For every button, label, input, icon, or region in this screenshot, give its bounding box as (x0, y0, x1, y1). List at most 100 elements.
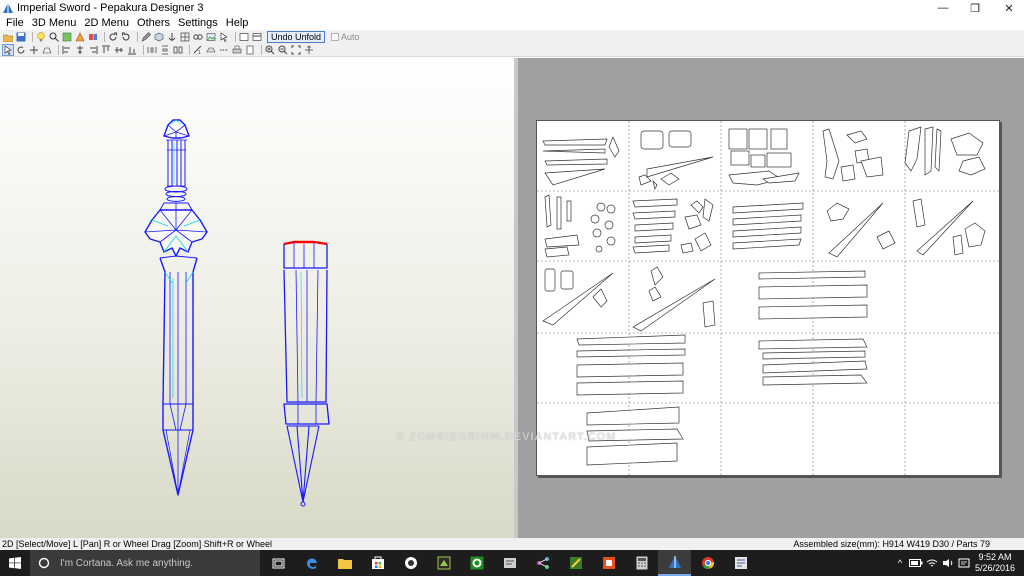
bulb-icon[interactable] (36, 32, 46, 42)
scabbard-wireframe (283, 240, 330, 507)
rotate-right-icon[interactable] (121, 32, 131, 42)
edge-id-icon[interactable]: 1 (193, 45, 203, 55)
window-icon[interactable] (239, 32, 249, 42)
pan-icon[interactable] (304, 45, 314, 55)
game-icon[interactable] (427, 550, 460, 576)
select-icon[interactable] (219, 32, 229, 42)
file-explorer-icon[interactable] (328, 550, 361, 576)
distribute-v-icon[interactable] (160, 45, 170, 55)
clock-time: 9:52 AM (978, 552, 1012, 562)
settings-app-icon[interactable] (724, 550, 757, 576)
cube-icon[interactable] (154, 32, 164, 42)
edge-icon[interactable] (295, 550, 328, 576)
main-toolbar: Undo Unfold Auto (0, 30, 1024, 44)
window-split-icon[interactable] (252, 32, 262, 42)
network-app-icon[interactable] (526, 550, 559, 576)
show-flaps-icon[interactable] (206, 45, 216, 55)
align-middle-icon[interactable] (114, 45, 124, 55)
close-button[interactable]: ✕ (994, 0, 1024, 16)
secondary-toolbar: 1 (0, 44, 1024, 57)
auto-checkbox-label: Auto (341, 32, 360, 42)
page-setup-icon[interactable] (245, 45, 255, 55)
parts-icon[interactable] (88, 32, 98, 42)
status-bar: 2D [Select/Move] L [Pan] R or Wheel Drag… (0, 538, 1024, 550)
chrome-icon[interactable] (691, 550, 724, 576)
menu-file[interactable]: File (2, 16, 28, 30)
wifi-icon[interactable] (925, 558, 939, 568)
toolbar-separator (189, 45, 190, 55)
app-icon[interactable] (493, 550, 526, 576)
minimize-button[interactable]: — (928, 0, 958, 16)
align-top-icon[interactable] (101, 45, 111, 55)
image-icon[interactable] (206, 32, 216, 42)
tray-expand-icon[interactable]: ^ (893, 558, 907, 568)
battery-icon[interactable] (909, 559, 923, 567)
align-right-icon[interactable] (88, 45, 98, 55)
auto-checkbox-box[interactable] (331, 33, 340, 41)
sword-3d-model[interactable] (0, 58, 514, 538)
rotate-part-icon[interactable] (16, 45, 26, 55)
title-bar: Imperial Sword - Pepakura Designer 3 — ❐… (0, 0, 1024, 16)
clock-date: 5/26/2016 (974, 563, 1016, 573)
store-icon[interactable] (361, 550, 394, 576)
taskbar-apps (262, 550, 757, 576)
menu-settings[interactable]: Settings (174, 16, 222, 30)
office-icon[interactable] (592, 550, 625, 576)
menu-help[interactable]: Help (222, 16, 253, 30)
pepakura-app-icon (3, 3, 13, 13)
menu-3d[interactable]: 3D Menu (28, 16, 81, 30)
paper-sheet[interactable] (536, 120, 1001, 477)
3d-view-pane[interactable] (0, 58, 514, 538)
distribute-h-icon[interactable] (147, 45, 157, 55)
menu-others[interactable]: Others (133, 16, 174, 30)
unfold-icon[interactable] (75, 32, 85, 42)
align-left-icon[interactable] (62, 45, 72, 55)
zoom-in-icon[interactable] (265, 45, 275, 55)
cortana-search-box[interactable]: I'm Cortana. Ask me anything. (30, 550, 260, 576)
pepakura-icon[interactable] (658, 550, 691, 576)
toolbar-separator (58, 45, 59, 55)
paint-icon[interactable] (559, 550, 592, 576)
anchor-icon[interactable] (167, 32, 177, 42)
cortana-icon (38, 557, 50, 569)
zoom-out-icon[interactable] (278, 45, 288, 55)
maximize-button[interactable]: ❐ (960, 0, 990, 16)
align-center-icon[interactable] (75, 45, 85, 55)
join-parts-icon[interactable] (29, 45, 39, 55)
print-icon[interactable] (232, 45, 242, 55)
notification-icon[interactable] (957, 558, 971, 568)
2d-view-pane[interactable] (518, 58, 1024, 538)
rotate-left-icon[interactable] (108, 32, 118, 42)
calculator-icon[interactable] (625, 550, 658, 576)
media-icon[interactable] (394, 550, 427, 576)
xbox-icon[interactable] (460, 550, 493, 576)
unfolded-parts-layout[interactable] (537, 121, 1001, 477)
undo-unfold-button[interactable]: Undo Unfold (267, 31, 326, 43)
select-move-icon[interactable] (2, 44, 14, 56)
save-icon[interactable] (16, 32, 26, 42)
status-help-text: 2D [Select/Move] L [Pan] R or Wheel Drag… (2, 539, 273, 549)
cortana-search-placeholder: I'm Cortana. Ask me anything. (60, 557, 194, 569)
volume-icon[interactable] (941, 558, 955, 568)
watermark-text: © ZOMBIEGRIMM.DEVIANTART.COM (396, 431, 617, 443)
toolbar-separator (137, 32, 138, 42)
join-icon[interactable] (193, 32, 203, 42)
fit-icon[interactable] (291, 45, 301, 55)
texture-icon[interactable] (62, 32, 72, 42)
flap-icon[interactable] (42, 45, 52, 55)
auto-checkbox[interactable]: Auto (331, 32, 360, 42)
menu-bar: File 3D Menu 2D Menu Others Settings Hel… (0, 16, 1024, 30)
start-button[interactable] (0, 550, 30, 576)
task-view-icon[interactable] (262, 550, 295, 576)
taskbar-clock[interactable]: 9:52 AM 5/26/2016 (972, 552, 1018, 574)
zoom-icon[interactable] (49, 32, 59, 42)
pen-icon[interactable] (141, 32, 151, 42)
same-size-icon[interactable] (173, 45, 183, 55)
grid-icon[interactable] (180, 32, 190, 42)
menu-2d[interactable]: 2D Menu (80, 16, 133, 30)
window-title: Imperial Sword - Pepakura Designer 3 (17, 2, 204, 14)
align-bottom-icon[interactable] (127, 45, 137, 55)
toolbar-separator (143, 45, 144, 55)
fold-lines-icon[interactable] (219, 45, 229, 55)
open-icon[interactable] (3, 32, 13, 42)
